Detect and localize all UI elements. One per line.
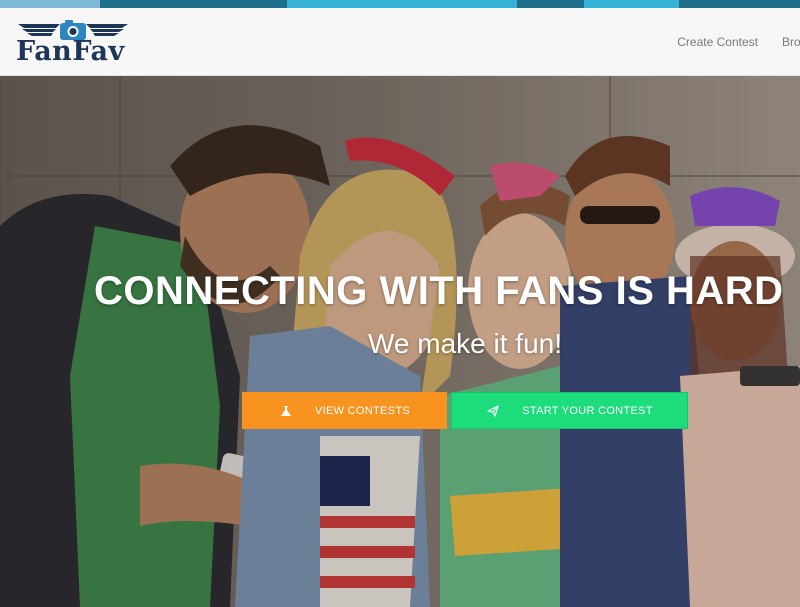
hero-subheadline: We make it fun! [367,328,562,359]
site-header: FanFav Create Contest Browse [0,8,800,76]
fanfav-logo[interactable]: FanFav [16,20,130,66]
logo-text: FanFav [16,36,125,67]
paper-plane-icon [486,404,500,418]
flask-icon [279,404,293,418]
top-color-stripe [0,0,800,8]
start-your-contest-button[interactable]: START YOUR CONTEST [451,392,688,429]
hero-headline: CONNECTING WITH FANS IS HARD [94,269,784,313]
hero-section: CONNECTING WITH FANS IS HARD We make it … [0,76,800,607]
start-your-contest-label: START YOUR CONTEST [522,404,653,417]
view-contests-button[interactable]: VIEW CONTESTS [242,392,447,429]
nav-browse[interactable]: Browse [782,35,800,49]
main-nav: Create Contest Browse [653,8,800,75]
nav-create-contest[interactable]: Create Contest [677,35,758,49]
page: FanFav Create Contest Browse [0,0,800,607]
view-contests-label: VIEW CONTESTS [315,404,410,417]
